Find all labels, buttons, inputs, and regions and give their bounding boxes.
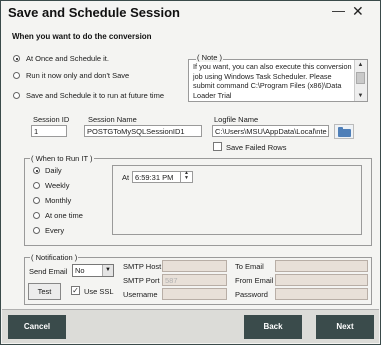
smtp-host-field[interactable]: [162, 260, 227, 272]
cancel-button[interactable]: Cancel: [8, 315, 66, 339]
test-email-button[interactable]: Test: [28, 283, 61, 300]
chevron-down-icon[interactable]: ▼: [102, 265, 113, 276]
radio-at-one-time[interactable]: [33, 212, 40, 219]
radio-save-schedule-future[interactable]: [13, 92, 20, 99]
logfile-name-field[interactable]: C:\Users\MSU\AppData\Local\nte: [212, 125, 329, 137]
radio-run-now-only-label: Run it now only and don't Save: [26, 71, 130, 80]
send-email-label: Send Email: [29, 267, 68, 276]
from-email-label: From Email: [235, 276, 274, 285]
notification-legend: ( Notification ): [30, 253, 79, 262]
session-id-field[interactable]: 1: [31, 125, 67, 137]
radio-save-schedule-future-label: Save and Schedule it to run at future ti…: [26, 91, 164, 100]
radio-weekly-label: Weekly: [45, 181, 70, 190]
send-email-select[interactable]: No ▼: [72, 264, 114, 277]
time-spinner[interactable]: ▲ ▼: [180, 171, 192, 183]
send-email-value: No: [75, 266, 85, 275]
window-title: Save and Schedule Session: [8, 5, 180, 20]
close-icon[interactable]: ✕: [352, 3, 364, 20]
save-failed-rows-checkbox[interactable]: [213, 142, 222, 151]
browse-folder-button[interactable]: [334, 124, 354, 139]
radio-monthly[interactable]: [33, 197, 40, 204]
session-name-field[interactable]: POSTGToMySQLSessionID1: [84, 125, 202, 137]
radio-daily-label: Daily: [45, 166, 62, 175]
username-field[interactable]: [162, 288, 227, 300]
radio-every[interactable]: [33, 227, 40, 234]
scroll-thumb[interactable]: [356, 72, 365, 84]
to-email-field[interactable]: [275, 260, 368, 272]
password-label: Password: [235, 290, 268, 299]
radio-run-now-only[interactable]: [13, 72, 20, 79]
password-field[interactable]: [275, 288, 368, 300]
save-failed-rows-label: Save Failed Rows: [226, 143, 287, 152]
back-button[interactable]: Back: [244, 315, 302, 339]
radio-every-label: Every: [45, 226, 65, 235]
scroll-down-icon[interactable]: ▼: [356, 92, 365, 100]
note-text: If you want, you can also execute this c…: [193, 62, 352, 100]
session-name-label: Session Name: [88, 115, 137, 124]
logfile-name-label: Logfile Name: [214, 115, 259, 124]
radio-run-at-once-label: At Once and Schedule it.: [26, 54, 109, 63]
smtp-port-field[interactable]: 587: [162, 274, 227, 286]
use-ssl-label: Use SSL: [84, 287, 114, 296]
to-email-label: To Email: [235, 262, 264, 271]
section-prompt: When you want to do the conversion: [12, 32, 152, 41]
spin-down-icon[interactable]: ▼: [181, 176, 192, 181]
folder-icon: [338, 127, 351, 137]
radio-daily[interactable]: [33, 167, 40, 174]
note-legend: ( Note ): [196, 53, 224, 62]
next-button[interactable]: Next: [316, 315, 374, 339]
scroll-up-icon[interactable]: ▲: [356, 61, 365, 69]
at-time-label: At: [122, 173, 130, 182]
session-id-label: Session ID: [33, 115, 70, 124]
from-email-field[interactable]: [275, 274, 368, 286]
smtp-host-label: SMTP Host: [123, 262, 162, 271]
smtp-port-label: SMTP Port: [123, 276, 160, 285]
use-ssl-checkbox[interactable]: ✓: [71, 286, 80, 295]
when-to-run-legend: ( When to Run IT ): [30, 154, 94, 163]
radio-at-one-time-label: At one time: [45, 211, 83, 220]
minimize-icon[interactable]: —: [332, 3, 345, 18]
radio-weekly[interactable]: [33, 182, 40, 189]
username-label: Username: [123, 290, 158, 299]
radio-run-at-once[interactable]: [13, 55, 20, 62]
radio-monthly-label: Monthly: [45, 196, 72, 205]
